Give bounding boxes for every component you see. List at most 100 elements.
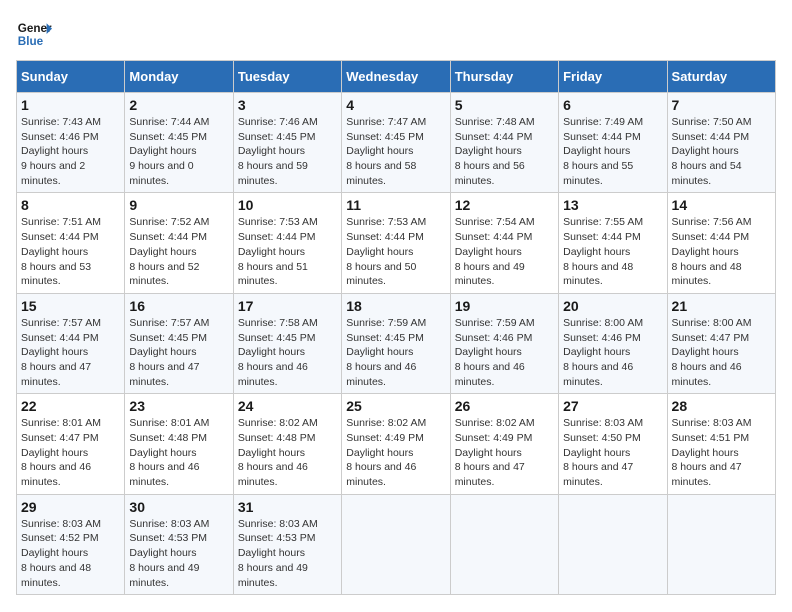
sunset-label: Sunset: 4:52 PM	[21, 532, 99, 544]
daylight-label: Daylight hours	[346, 346, 413, 358]
day-number: 2	[129, 97, 228, 113]
day-info: Sunrise: 7:52 AM Sunset: 4:44 PM Dayligh…	[129, 215, 228, 288]
calendar-cell: 29 Sunrise: 8:03 AM Sunset: 4:52 PM Dayl…	[17, 494, 125, 594]
daylight-label: Daylight hours	[238, 145, 305, 157]
sunset-label: Sunset: 4:44 PM	[563, 131, 641, 143]
daylight-value: 8 hours and 46 minutes.	[238, 461, 308, 488]
daylight-label: Daylight hours	[563, 346, 630, 358]
day-number: 11	[346, 197, 445, 213]
calendar-cell: 1 Sunrise: 7:43 AM Sunset: 4:46 PM Dayli…	[17, 93, 125, 193]
daylight-label: Daylight hours	[672, 246, 739, 258]
sunset-label: Sunset: 4:45 PM	[238, 131, 316, 143]
daylight-label: Daylight hours	[21, 547, 88, 559]
day-number: 25	[346, 398, 445, 414]
daylight-label: Daylight hours	[346, 447, 413, 459]
sunrise-label: Sunrise: 8:02 AM	[346, 417, 426, 429]
daylight-label: Daylight hours	[455, 346, 522, 358]
day-info: Sunrise: 8:03 AM Sunset: 4:51 PM Dayligh…	[672, 416, 771, 489]
calendar-cell: 27 Sunrise: 8:03 AM Sunset: 4:50 PM Dayl…	[559, 394, 667, 494]
daylight-value: 9 hours and 2 minutes.	[21, 160, 85, 187]
sunset-label: Sunset: 4:44 PM	[346, 231, 424, 243]
calendar-cell: 5 Sunrise: 7:48 AM Sunset: 4:44 PM Dayli…	[450, 93, 558, 193]
day-info: Sunrise: 7:57 AM Sunset: 4:45 PM Dayligh…	[129, 316, 228, 389]
sunset-label: Sunset: 4:53 PM	[129, 532, 207, 544]
daylight-label: Daylight hours	[238, 547, 305, 559]
day-number: 22	[21, 398, 120, 414]
calendar-cell: 18 Sunrise: 7:59 AM Sunset: 4:45 PM Dayl…	[342, 293, 450, 393]
day-info: Sunrise: 8:03 AM Sunset: 4:52 PM Dayligh…	[21, 517, 120, 590]
day-info: Sunrise: 8:03 AM Sunset: 4:53 PM Dayligh…	[129, 517, 228, 590]
daylight-value: 8 hours and 46 minutes.	[346, 461, 416, 488]
sunset-label: Sunset: 4:44 PM	[455, 131, 533, 143]
calendar-cell: 17 Sunrise: 7:58 AM Sunset: 4:45 PM Dayl…	[233, 293, 341, 393]
sunrise-label: Sunrise: 7:54 AM	[455, 216, 535, 228]
sunset-label: Sunset: 4:45 PM	[346, 131, 424, 143]
calendar-week-row: 8 Sunrise: 7:51 AM Sunset: 4:44 PM Dayli…	[17, 193, 776, 293]
calendar-cell: 22 Sunrise: 8:01 AM Sunset: 4:47 PM Dayl…	[17, 394, 125, 494]
day-number: 13	[563, 197, 662, 213]
day-info: Sunrise: 7:59 AM Sunset: 4:45 PM Dayligh…	[346, 316, 445, 389]
calendar-cell	[559, 494, 667, 594]
column-header-friday: Friday	[559, 61, 667, 93]
sunrise-label: Sunrise: 7:53 AM	[238, 216, 318, 228]
svg-text:Blue: Blue	[18, 35, 44, 48]
daylight-value: 9 hours and 0 minutes.	[129, 160, 193, 187]
daylight-value: 8 hours and 49 minutes.	[455, 261, 525, 288]
sunrise-label: Sunrise: 7:46 AM	[238, 116, 318, 128]
sunset-label: Sunset: 4:49 PM	[455, 432, 533, 444]
calendar-cell: 28 Sunrise: 8:03 AM Sunset: 4:51 PM Dayl…	[667, 394, 775, 494]
calendar-cell: 20 Sunrise: 8:00 AM Sunset: 4:46 PM Dayl…	[559, 293, 667, 393]
daylight-label: Daylight hours	[129, 346, 196, 358]
calendar-cell: 11 Sunrise: 7:53 AM Sunset: 4:44 PM Dayl…	[342, 193, 450, 293]
daylight-value: 8 hours and 55 minutes.	[563, 160, 633, 187]
sunrise-label: Sunrise: 7:50 AM	[672, 116, 752, 128]
sunrise-label: Sunrise: 8:01 AM	[129, 417, 209, 429]
calendar-week-row: 1 Sunrise: 7:43 AM Sunset: 4:46 PM Dayli…	[17, 93, 776, 193]
column-header-monday: Monday	[125, 61, 233, 93]
sunrise-label: Sunrise: 7:43 AM	[21, 116, 101, 128]
sunset-label: Sunset: 4:47 PM	[672, 332, 750, 344]
day-number: 3	[238, 97, 337, 113]
daylight-label: Daylight hours	[455, 447, 522, 459]
sunrise-label: Sunrise: 7:59 AM	[455, 317, 535, 329]
daylight-value: 8 hours and 54 minutes.	[672, 160, 742, 187]
daylight-value: 8 hours and 49 minutes.	[238, 562, 308, 589]
day-info: Sunrise: 8:02 AM Sunset: 4:49 PM Dayligh…	[455, 416, 554, 489]
daylight-value: 8 hours and 47 minutes.	[563, 461, 633, 488]
sunrise-label: Sunrise: 7:48 AM	[455, 116, 535, 128]
daylight-label: Daylight hours	[238, 447, 305, 459]
day-number: 19	[455, 298, 554, 314]
calendar-cell	[450, 494, 558, 594]
day-number: 23	[129, 398, 228, 414]
day-info: Sunrise: 7:43 AM Sunset: 4:46 PM Dayligh…	[21, 115, 120, 188]
daylight-value: 8 hours and 47 minutes.	[455, 461, 525, 488]
calendar-cell: 15 Sunrise: 7:57 AM Sunset: 4:44 PM Dayl…	[17, 293, 125, 393]
calendar-cell: 25 Sunrise: 8:02 AM Sunset: 4:49 PM Dayl…	[342, 394, 450, 494]
sunset-label: Sunset: 4:45 PM	[129, 131, 207, 143]
day-info: Sunrise: 8:03 AM Sunset: 4:53 PM Dayligh…	[238, 517, 337, 590]
sunset-label: Sunset: 4:45 PM	[129, 332, 207, 344]
daylight-label: Daylight hours	[672, 346, 739, 358]
sunrise-label: Sunrise: 7:55 AM	[563, 216, 643, 228]
day-info: Sunrise: 7:46 AM Sunset: 4:45 PM Dayligh…	[238, 115, 337, 188]
day-number: 21	[672, 298, 771, 314]
sunset-label: Sunset: 4:44 PM	[672, 231, 750, 243]
day-info: Sunrise: 7:44 AM Sunset: 4:45 PM Dayligh…	[129, 115, 228, 188]
daylight-label: Daylight hours	[563, 447, 630, 459]
calendar-cell: 4 Sunrise: 7:47 AM Sunset: 4:45 PM Dayli…	[342, 93, 450, 193]
day-number: 24	[238, 398, 337, 414]
day-number: 8	[21, 197, 120, 213]
daylight-value: 8 hours and 52 minutes.	[129, 261, 199, 288]
sunrise-label: Sunrise: 8:03 AM	[563, 417, 643, 429]
calendar-cell: 30 Sunrise: 8:03 AM Sunset: 4:53 PM Dayl…	[125, 494, 233, 594]
day-number: 15	[21, 298, 120, 314]
sunset-label: Sunset: 4:44 PM	[672, 131, 750, 143]
sunset-label: Sunset: 4:45 PM	[346, 332, 424, 344]
daylight-label: Daylight hours	[455, 145, 522, 157]
daylight-label: Daylight hours	[129, 246, 196, 258]
day-info: Sunrise: 7:53 AM Sunset: 4:44 PM Dayligh…	[346, 215, 445, 288]
calendar-header-row: SundayMondayTuesdayWednesdayThursdayFrid…	[17, 61, 776, 93]
calendar-week-row: 22 Sunrise: 8:01 AM Sunset: 4:47 PM Dayl…	[17, 394, 776, 494]
calendar-cell: 9 Sunrise: 7:52 AM Sunset: 4:44 PM Dayli…	[125, 193, 233, 293]
day-number: 29	[21, 499, 120, 515]
